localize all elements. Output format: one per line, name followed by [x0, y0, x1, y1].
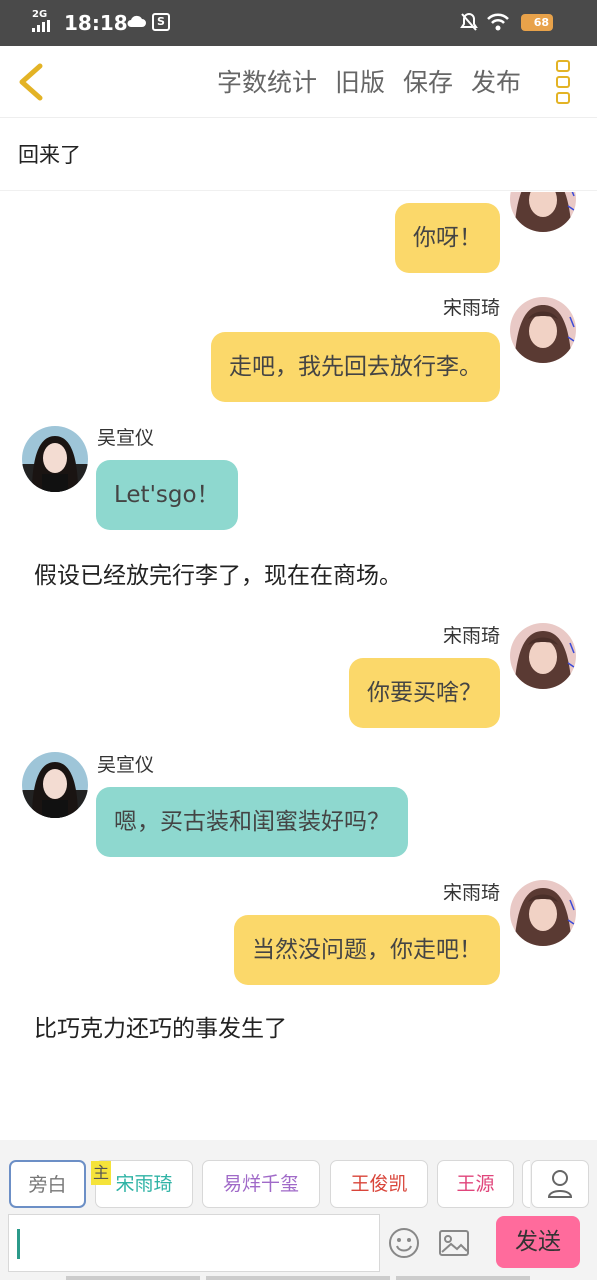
status-time: 18:18 [64, 11, 128, 35]
nav-indicator [66, 1276, 200, 1280]
network-type: 2G [32, 9, 48, 20]
avatar-song-yuqi[interactable] [510, 623, 576, 689]
message-bubble[interactable]: 你要买啥？ [349, 658, 500, 728]
role-chip-yi-yangqianxi[interactable]: 易烊千玺 [202, 1160, 320, 1208]
save-button[interactable]: 保存 [403, 66, 453, 100]
message-bubble[interactable]: 走吧，我先回去放行李。 [211, 332, 500, 402]
signal-icon [32, 20, 50, 32]
speaker-name: 吴宣仪 [97, 754, 155, 776]
editor-header: chevron-left-icon 字数统计 旧版 保存 发布 [0, 46, 597, 118]
nav-indicator [206, 1276, 390, 1280]
main-character-tag: 主 [91, 1161, 111, 1185]
chapter-title-row[interactable]: 回来了 [0, 119, 597, 191]
image-icon[interactable] [438, 1228, 470, 1258]
header-actions: 字数统计 旧版 保存 发布 [217, 66, 521, 100]
message-bubble[interactable]: Let'sgo！ [96, 460, 238, 530]
avatar-song-yuqi[interactable] [510, 192, 576, 232]
speaker-name: 宋雨琦 [442, 625, 500, 647]
more-menu-icon[interactable] [552, 58, 574, 106]
role-chips: 旁白 宋雨琦 易烊千玺 王俊凯 王源 [0, 1160, 597, 1210]
avatar-wu-xuanyi[interactable] [22, 426, 88, 492]
avatar-song-yuqi[interactable] [510, 297, 576, 363]
old-version-button[interactable]: 旧版 [335, 66, 385, 100]
chips-overflow-edge [522, 1160, 530, 1208]
nav-indicator [396, 1276, 530, 1280]
narration-text[interactable]: 比巧克力还巧的事发生了 [34, 1014, 287, 1044]
role-chip-wang-junkai[interactable]: 王俊凯 [330, 1160, 428, 1208]
app-notification-icon: S [152, 13, 170, 31]
role-chip-narrator[interactable]: 旁白 [9, 1160, 86, 1208]
back-button[interactable]: chevron-left-icon [12, 60, 52, 104]
text-caret [17, 1229, 20, 1259]
status-bar: 2G 18:18 S 68 [0, 0, 597, 46]
role-chip-wang-yuan[interactable]: 王源 [437, 1160, 514, 1208]
send-button[interactable]: 发送 [496, 1216, 580, 1268]
message-bubble[interactable]: 嗯，买古装和闺蜜装好吗？ [96, 787, 408, 857]
emoji-icon[interactable] [388, 1227, 420, 1259]
speaker-name: 宋雨琦 [442, 297, 500, 319]
message-input[interactable] [8, 1214, 380, 1272]
speaker-name: 吴宣仪 [97, 427, 155, 449]
person-icon [547, 1170, 573, 1198]
narration-text[interactable]: 假设已经放完行李了，现在在商场。 [34, 561, 402, 591]
chat-area: 你呀！ 宋雨琦 走吧，我先回去放行李。 吴宣仪 Let'sgo！ 假设已经放完行… [0, 192, 597, 1140]
word-count-button[interactable]: 字数统计 [217, 66, 317, 100]
wifi-icon [487, 13, 509, 31]
chapter-title: 回来了 [18, 143, 81, 167]
message-bubble[interactable]: 你呀！ [395, 203, 500, 273]
avatar-song-yuqi[interactable] [510, 880, 576, 946]
battery-icon: 68 [521, 14, 553, 31]
message-bubble[interactable]: 当然没问题，你走吧！ [234, 915, 500, 985]
publish-button[interactable]: 发布 [471, 66, 521, 100]
avatar-wu-xuanyi[interactable] [22, 752, 88, 818]
add-role-button[interactable] [531, 1160, 589, 1208]
speaker-name: 宋雨琦 [442, 882, 500, 904]
mute-bell-icon [460, 12, 478, 31]
cloud-icon [127, 15, 146, 27]
